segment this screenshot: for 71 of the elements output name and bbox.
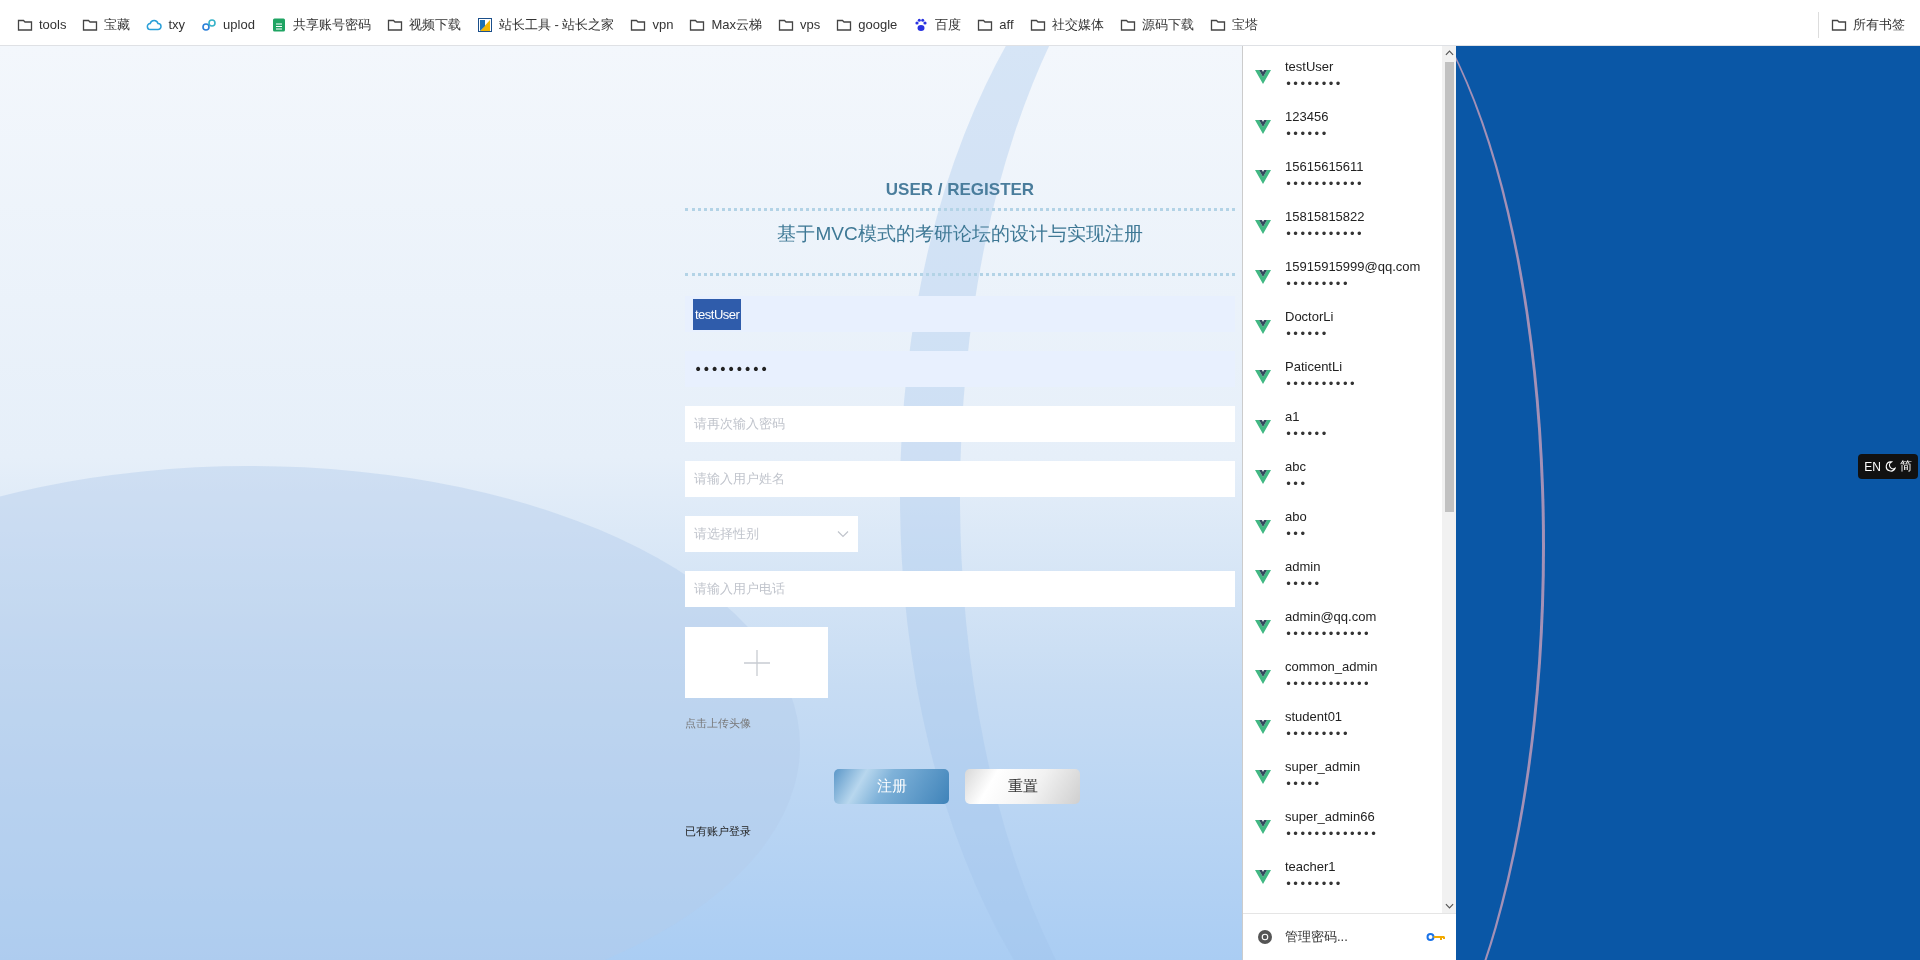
bookmark[interactable]: 宝塔 bbox=[1202, 11, 1265, 38]
bookmark[interactable]: vps bbox=[771, 12, 828, 37]
site-icon bbox=[1255, 370, 1271, 384]
site-icon bbox=[1255, 70, 1271, 84]
tile-icon bbox=[476, 16, 493, 33]
account-item[interactable]: 15915915999@qq.com ••••••••• bbox=[1243, 249, 1442, 299]
site-icon bbox=[1255, 270, 1271, 284]
bookmark[interactable]: 社交媒体 bbox=[1022, 11, 1111, 38]
bookmark[interactable]: 百度 bbox=[906, 11, 969, 38]
bookmark[interactable]: uplod bbox=[194, 12, 262, 37]
site-icon bbox=[1255, 120, 1271, 134]
account-item[interactable]: admin@qq.com •••••••••••• bbox=[1243, 599, 1442, 649]
bookmark[interactable]: 源码下载 bbox=[1112, 11, 1201, 38]
form-title: 基于MVC模式的考研论坛的设计与实现注册 bbox=[777, 222, 1143, 246]
site-icon bbox=[1255, 820, 1271, 834]
account-item[interactable]: abo ••• bbox=[1243, 499, 1442, 549]
account-item[interactable]: super_admin ••••• bbox=[1243, 749, 1442, 799]
account-item[interactable]: 123456 •••••• bbox=[1243, 99, 1442, 149]
account-item[interactable]: super_admin66 ••••••••••••• bbox=[1243, 799, 1442, 849]
upload-hint: 点击上传头像 bbox=[685, 716, 751, 731]
key-icon bbox=[1426, 932, 1446, 942]
bookmark[interactable]: 所有书签 bbox=[1818, 11, 1912, 38]
bookmark[interactable]: tools bbox=[10, 12, 74, 37]
site-icon bbox=[1255, 720, 1271, 734]
password-field[interactable]: ••••••••• bbox=[685, 351, 1235, 387]
bookmark[interactable]: txy bbox=[139, 12, 193, 37]
moon-icon bbox=[1885, 461, 1896, 472]
bookmark[interactable]: 宝藏 bbox=[75, 11, 138, 38]
plus-icon bbox=[742, 648, 771, 677]
site-icon bbox=[1255, 170, 1271, 184]
link-icon bbox=[201, 16, 218, 33]
scrollbar[interactable] bbox=[1442, 46, 1456, 913]
account-item[interactable]: testUser •••••••• bbox=[1243, 49, 1442, 99]
site-icon bbox=[1255, 770, 1271, 784]
login-link[interactable]: 已有账户登录 bbox=[685, 824, 751, 839]
site-icon bbox=[1255, 220, 1271, 234]
account-item[interactable]: teacher1 •••••••• bbox=[1243, 849, 1442, 899]
bookmark[interactable]: 站长工具 - 站长之家 bbox=[469, 11, 622, 38]
chevron-down-icon[interactable] bbox=[1444, 903, 1454, 909]
account-item[interactable]: admin ••••• bbox=[1243, 549, 1442, 599]
chevron-down-icon bbox=[837, 530, 849, 538]
language-button[interactable]: EN 简 bbox=[1858, 454, 1918, 479]
spreadsheet-icon bbox=[270, 16, 287, 33]
reset-button[interactable]: 重置 bbox=[965, 769, 1080, 804]
bookmark[interactable]: Max云梯 bbox=[682, 11, 769, 38]
bookmark[interactable]: vpn bbox=[623, 12, 681, 37]
bookmark[interactable]: 共享账号密码 bbox=[263, 11, 378, 38]
input-field[interactable]: testUser bbox=[685, 296, 1235, 332]
bookmark[interactable]: aff bbox=[970, 12, 1021, 37]
site-icon bbox=[1255, 420, 1271, 434]
account-item[interactable]: PaticentLi •••••••••• bbox=[1243, 349, 1442, 399]
site-icon bbox=[1255, 870, 1271, 884]
site-icon bbox=[1255, 320, 1271, 334]
account-item[interactable]: 15615615611 ••••••••••• bbox=[1243, 149, 1442, 199]
account-item[interactable]: DoctorLi •••••• bbox=[1243, 299, 1442, 349]
account-item[interactable]: abc ••• bbox=[1243, 449, 1442, 499]
site-icon bbox=[1255, 570, 1271, 584]
manage-passwords-link[interactable]: 管理密码... bbox=[1285, 928, 1414, 946]
chevron-up-icon[interactable] bbox=[1444, 50, 1454, 56]
account-item[interactable]: common_admin •••••••••••• bbox=[1243, 649, 1442, 699]
account-item[interactable]: a1 •••••• bbox=[1243, 399, 1442, 449]
bookmark[interactable]: google bbox=[829, 12, 905, 37]
site-icon bbox=[1255, 520, 1271, 534]
site-icon bbox=[1255, 620, 1271, 634]
account-item[interactable]: 15815815822 ••••••••••• bbox=[1243, 199, 1442, 249]
bookmark[interactable]: 视频下载 bbox=[379, 11, 468, 38]
site-icon bbox=[1255, 670, 1271, 684]
form-heading: USER / REGISTER bbox=[885, 180, 1035, 200]
browser-icon bbox=[1257, 929, 1273, 945]
account-item[interactable]: student01 ••••••••• bbox=[1243, 699, 1442, 749]
site-icon bbox=[1255, 470, 1271, 484]
